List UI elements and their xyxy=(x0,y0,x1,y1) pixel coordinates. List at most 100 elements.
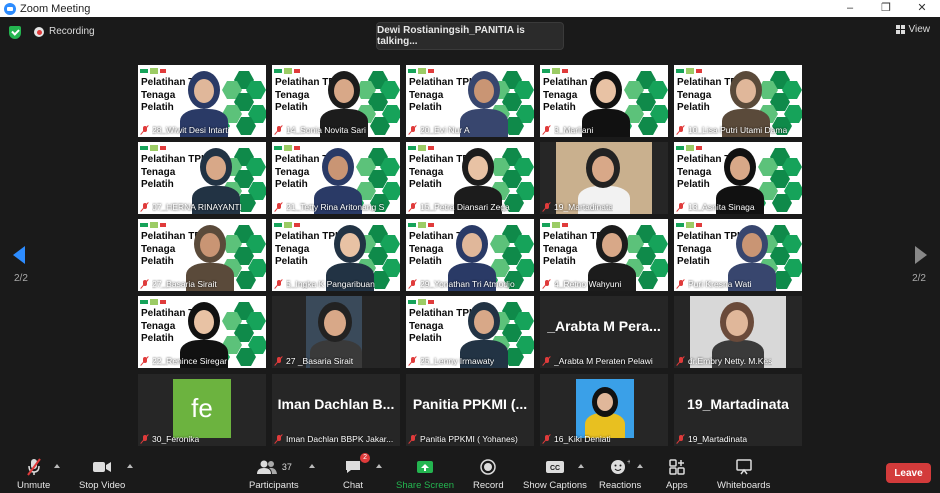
participant-name-bar: 15_Petra Diansari Zega xyxy=(406,200,513,214)
participant-name: Panitia PPKMI ( Yohanes) xyxy=(420,434,518,444)
participant-tile[interactable]: Pelatihan TPK Tenaga Pelatih4_Retno Wahy… xyxy=(540,219,668,291)
participant-tile[interactable]: Pelatihan TPK Tenaga Pelatih29_Yonathan … xyxy=(406,219,534,291)
mic-muted-icon xyxy=(275,434,283,444)
whiteboards-button[interactable]: Whiteboards xyxy=(717,457,770,491)
participant-tile[interactable]: Pelatihan TPK Tenaga Pelatih22_Renince S… xyxy=(138,296,266,368)
participant-tile[interactable]: Pelatihan TPK Tenaga Pelatih10_Lisa Putr… xyxy=(674,65,802,137)
maximize-button[interactable]: ❐ xyxy=(868,0,904,17)
participant-name: 07_HERNA RINAYANTI xyxy=(152,202,242,212)
participant-tile[interactable]: Pelatihan TPK Tenaga Pelatih28_Wiwit Des… xyxy=(138,65,266,137)
closed-captions-icon: CC xyxy=(545,457,565,477)
reactions-caret-icon[interactable] xyxy=(637,464,643,468)
participant-name-bar: 22_Renince Siregar xyxy=(138,354,230,368)
mic-muted-icon xyxy=(677,202,685,212)
participant-name: 3_Marliani xyxy=(554,125,594,135)
mic-muted-icon xyxy=(409,434,417,444)
chat-unread-badge: 2 xyxy=(360,453,371,463)
participants-caret-icon[interactable] xyxy=(309,464,315,468)
audio-options-caret-icon[interactable] xyxy=(54,464,60,468)
participant-name-bar: 21_Tetty Rina Aritonang S xyxy=(272,200,387,214)
mic-muted-icon xyxy=(141,202,149,212)
mic-muted-icon xyxy=(543,202,551,212)
mic-muted-icon xyxy=(409,356,417,366)
recording-icon[interactable] xyxy=(34,27,44,37)
participant-name-bar: 14_Sonia Novita Sari xyxy=(272,123,369,137)
apps-icon xyxy=(669,457,685,477)
participant-name: 30_Feronika xyxy=(152,434,200,444)
show-captions-button[interactable]: CC Show Captions xyxy=(523,457,587,491)
participant-name: 15_Petra Diansari Zega xyxy=(420,202,510,212)
participants-icon: 37 xyxy=(256,457,292,477)
shield-check-icon[interactable] xyxy=(9,26,21,39)
participant-tile[interactable]: Pelatihan TPK Tenaga Pelatih15_Petra Dia… xyxy=(406,142,534,214)
chat-button[interactable]: 2 Chat xyxy=(343,453,371,491)
participant-tile[interactable]: 19_Martadinata 19_Martadinata xyxy=(674,374,802,446)
participant-name-bar: 29_Yonathan Tri Atmodjo xyxy=(406,277,518,291)
participant-name: 29_Yonathan Tri Atmodjo xyxy=(420,279,515,289)
participant-tile[interactable]: Pelatihan TPK Tenaga Pelatih13_Asnita Si… xyxy=(674,142,802,214)
profile-photo xyxy=(576,379,634,438)
reactions-button[interactable]: + Reactions xyxy=(599,457,641,491)
participant-display-name: Iman Dachlan B... xyxy=(277,396,395,412)
chat-label: Chat xyxy=(343,480,364,491)
minimize-button[interactable]: – xyxy=(832,0,868,17)
participant-name-bar: 19_Martadinata xyxy=(674,432,750,446)
participant-name-bar: 27 _Basaria Sirait xyxy=(272,354,356,368)
slide-logo-icon xyxy=(676,144,704,152)
participant-name-bar: 30_Feronika xyxy=(138,432,202,446)
participant-tile[interactable]: Pelatihan TPK Tenaga Pelatih Puri Kresna … xyxy=(674,219,802,291)
participant-name: 27_Basaria Sirait xyxy=(152,279,217,289)
unmute-button[interactable]: Unmute xyxy=(17,457,50,491)
record-label: Record xyxy=(473,480,504,491)
apps-button[interactable]: Apps xyxy=(666,457,688,491)
participant-tile[interactable]: 27 _Basaria Sirait xyxy=(272,296,400,368)
record-icon xyxy=(479,457,497,477)
participants-label: Participants xyxy=(249,480,299,491)
participant-tile[interactable]: dr.Embry Netty. M.Kes xyxy=(674,296,802,368)
participant-tile[interactable]: Iman Dachlan B... Iman Dachlan BBPK Jakar… xyxy=(272,374,400,446)
participant-tile[interactable]: Panitia PPKMI (... Panitia PPKMI ( Yohane… xyxy=(406,374,534,446)
participant-tile[interactable]: Pelatihan TPK Tenaga Pelatih 20_Evi Nur A xyxy=(406,65,534,137)
meeting-toolbar: Unmute Stop Video 37 Participants 2 Chat… xyxy=(0,452,940,493)
participant-tile[interactable]: Pelatihan TPK Tenaga Pelatih 5_Ingka K Pa… xyxy=(272,219,400,291)
mic-muted-icon xyxy=(141,434,149,444)
meeting-area: Recording Dewi Rostianingsih_PANITIA is … xyxy=(0,17,940,452)
participants-button[interactable]: 37 Participants xyxy=(249,457,299,491)
participant-name-bar: 3_Marliani xyxy=(540,123,596,137)
next-page-arrow-icon[interactable] xyxy=(915,246,927,264)
participant-tile[interactable]: Pelatihan TPK Tenaga Pelatih 25_Lenny Irm… xyxy=(406,296,534,368)
video-options-caret-icon[interactable] xyxy=(127,464,133,468)
apps-label: Apps xyxy=(666,480,688,491)
participant-tile[interactable]: Pelatihan TPK Tenaga Pelatih27_Basaria S… xyxy=(138,219,266,291)
leave-button[interactable]: Leave xyxy=(886,463,931,483)
mic-muted-icon xyxy=(677,279,685,289)
slide-logo-icon xyxy=(542,221,570,229)
chat-caret-icon[interactable] xyxy=(376,464,382,468)
participant-name-bar: 4_Retno Wahyuni xyxy=(540,277,624,291)
record-button[interactable]: Record xyxy=(473,457,504,491)
participant-tile[interactable]: fe 30_Feronika xyxy=(138,374,266,446)
participant-name: 4_Retno Wahyuni xyxy=(554,279,622,289)
participant-tile[interactable]: Pelatihan TPK Tenaga Pelatih14_Sonia Nov… xyxy=(272,65,400,137)
captions-caret-icon[interactable] xyxy=(578,464,584,468)
close-button[interactable]: ✕ xyxy=(904,0,940,17)
slide-title: Pelatihan TPK Tenaga Pelatih xyxy=(275,231,343,267)
stop-video-button[interactable]: Stop Video xyxy=(79,457,125,491)
title-bar: Zoom Meeting – ❐ ✕ xyxy=(0,0,940,17)
participant-tile[interactable]: _Arabta M Pera... _Arabta M Peraten Pelaw… xyxy=(540,296,668,368)
previous-page-arrow-icon[interactable] xyxy=(13,246,25,264)
participant-name: 19_Martadinata xyxy=(688,434,748,444)
emoji-plus-icon: + xyxy=(610,457,630,477)
video-camera-icon xyxy=(92,457,112,477)
participant-tile[interactable]: 16_Kiki Deniati xyxy=(540,374,668,446)
mic-muted-icon xyxy=(141,279,149,289)
participant-tile[interactable]: Pelatihan TPK Tenaga Pelatih3_Marliani xyxy=(540,65,668,137)
participant-tile[interactable]: 19_Martadinata xyxy=(540,142,668,214)
view-button[interactable]: View xyxy=(895,24,930,35)
participant-name-bar: 20_Evi Nur A xyxy=(406,123,473,137)
mic-muted-icon xyxy=(141,356,149,366)
share-screen-button[interactable]: Share Screen xyxy=(396,457,454,491)
participant-name: 14_Sonia Novita Sari xyxy=(286,125,366,135)
participant-tile[interactable]: Pelatihan TPK Tenaga Pelatih 07_HERNA RIN… xyxy=(138,142,266,214)
participant-tile[interactable]: Pelatihan TPK Tenaga Pelatih21_Tetty Rin… xyxy=(272,142,400,214)
